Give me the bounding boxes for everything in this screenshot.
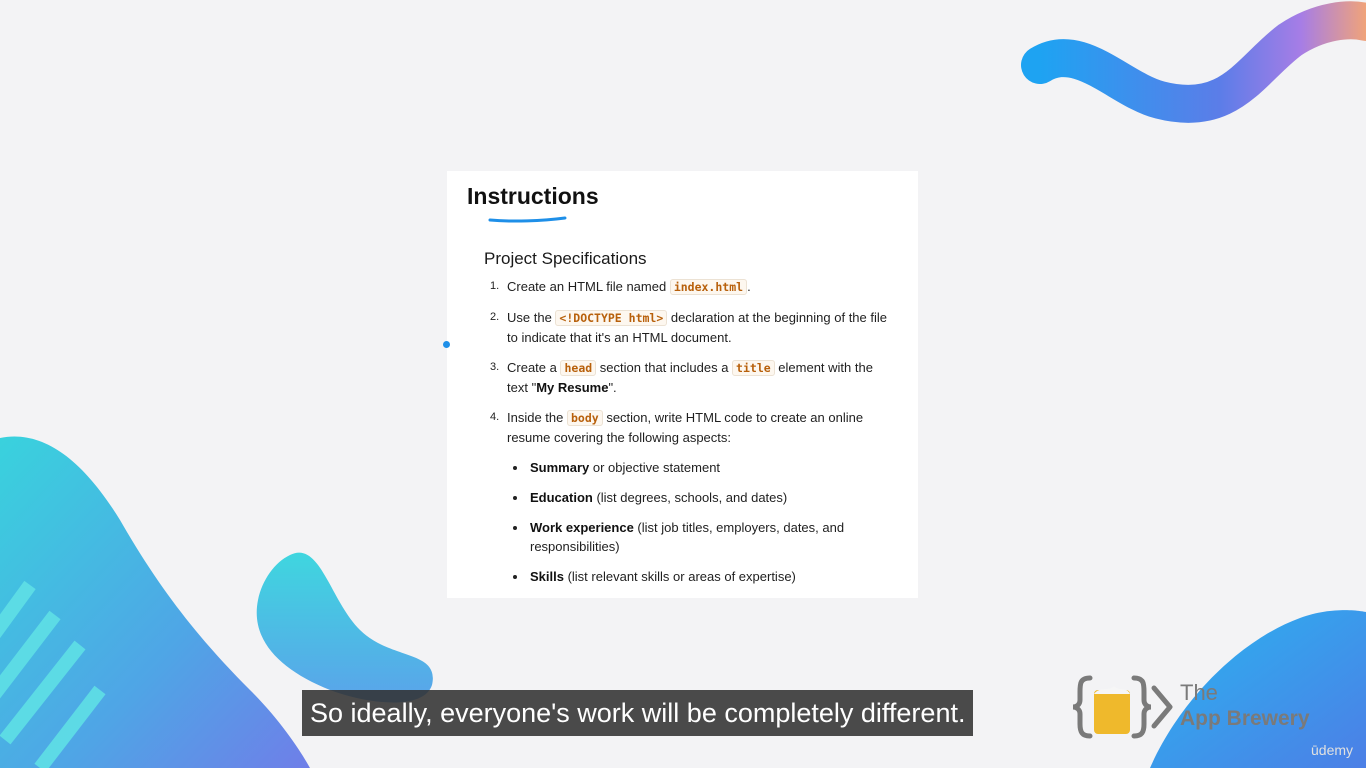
app-brewery-brand: The App Brewery [1070, 672, 1350, 742]
resume-aspects-list: Summary or objective statement Education… [507, 458, 894, 586]
aspect-label: Education [530, 490, 593, 505]
step-item: 4. Inside the body section, write HTML c… [484, 408, 894, 586]
step-item: 1. Create an HTML file named index.html. [484, 277, 894, 297]
brand-name-line1: The [1180, 680, 1218, 705]
code-snippet: title [732, 360, 775, 376]
step-text: section that includes a [596, 360, 733, 375]
steps-list: 1. Create an HTML file named index.html.… [484, 277, 894, 597]
beer-mug-braces-logo-icon [1072, 675, 1173, 739]
code-snippet: head [560, 360, 597, 376]
brand-name-line2: App Brewery [1180, 707, 1310, 730]
code-snippet: body [567, 410, 603, 426]
code-snippet: index.html [669, 279, 748, 295]
step-number: 4. [490, 411, 500, 423]
heading-underline [488, 216, 567, 223]
udemy-watermark: ūdemy [1311, 742, 1354, 758]
list-item: Work experience (list job titles, employ… [507, 518, 894, 556]
bold-text: My Resume [536, 380, 609, 395]
aspect-text: (list degrees, schools, and dates) [592, 490, 788, 505]
step-text: Inside the [507, 410, 567, 425]
slide-heading: Instructions [467, 183, 599, 209]
step-item: 3. Create a head section that includes a… [484, 358, 894, 397]
project-specifications-title: Project Specifications [484, 249, 647, 268]
step-text: Use the [507, 310, 556, 325]
step-number: 1. [490, 280, 500, 292]
aspect-label: Work experience [530, 520, 634, 535]
aspect-label: Summary [530, 460, 590, 475]
code-snippet: <!DOCTYPE html> [555, 310, 668, 326]
step-text: ". [608, 380, 617, 395]
aspect-text: (list relevant skills or areas of expert… [563, 569, 796, 584]
step-item: 2. Use the <!DOCTYPE html> declaration a… [484, 308, 894, 347]
instructions-slide: Instructions Project Specifications 1. C… [447, 171, 918, 598]
list-item: Education (list degrees, schools, and da… [507, 488, 894, 507]
aspect-text: or objective statement [589, 460, 721, 475]
list-item: Summary or objective statement [507, 458, 894, 477]
pointer-dot [443, 341, 450, 348]
video-caption: So ideally, everyone's work will be comp… [302, 690, 974, 736]
step-number: 2. [490, 311, 500, 323]
step-text: Create a [507, 360, 561, 375]
step-text: . [747, 279, 751, 294]
step-text: Create an HTML file named [507, 279, 670, 294]
step-number: 3. [490, 361, 500, 373]
list-item: Skills (list relevant skills or areas of… [507, 567, 894, 586]
aspect-label: Skills [530, 569, 564, 584]
